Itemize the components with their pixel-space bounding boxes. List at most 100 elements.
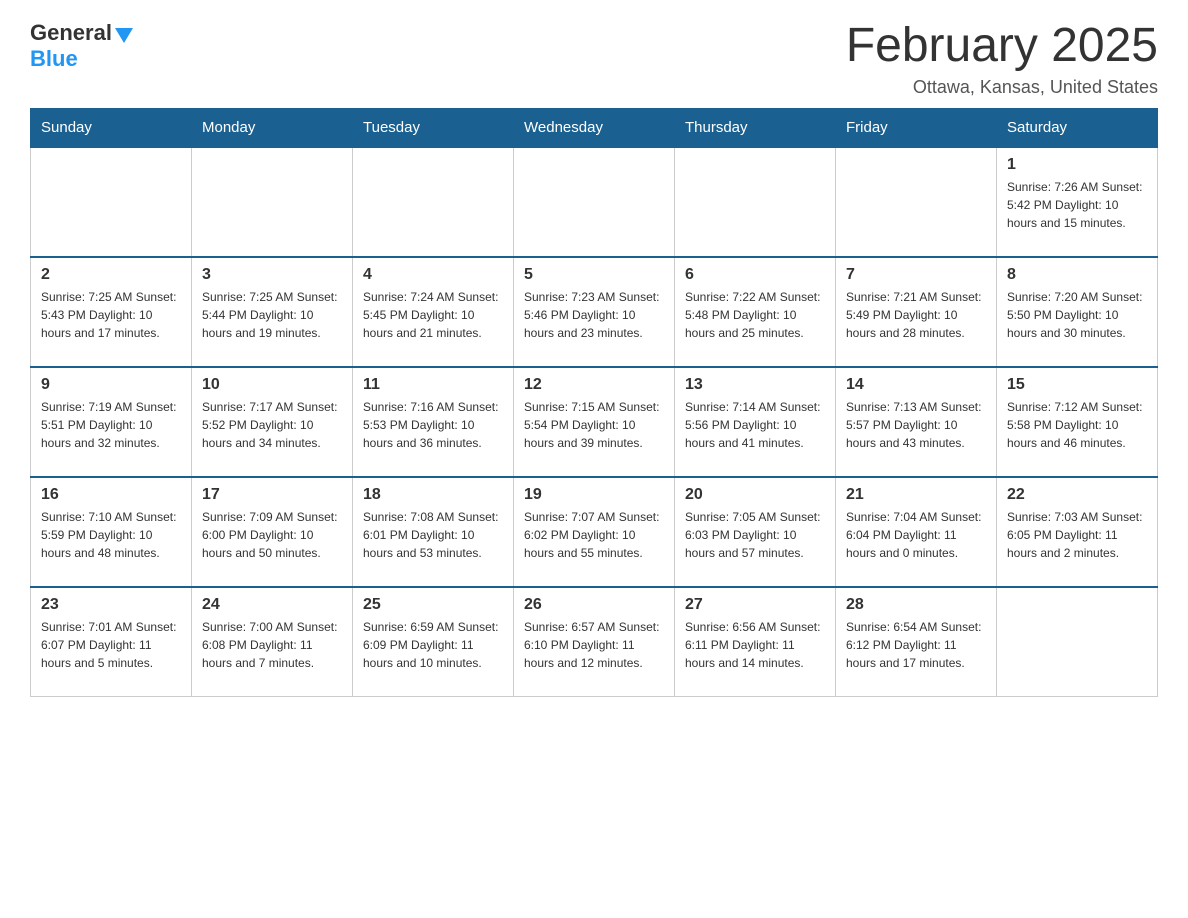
day-info: Sunrise: 7:10 AM Sunset: 5:59 PM Dayligh… [41,508,181,562]
day-number: 27 [685,596,825,614]
day-info: Sunrise: 7:22 AM Sunset: 5:48 PM Dayligh… [685,288,825,342]
calendar-cell [31,147,192,257]
calendar-cell: 21 Sunrise: 7:04 AM Sunset: 6:04 PM Dayli… [836,477,997,587]
calendar-cell: 13Sunrise: 7:14 AM Sunset: 5:56 PM Dayli… [675,367,836,477]
day-number: 15 [1007,376,1147,394]
calendar-cell [514,147,675,257]
day-number: 2 [41,266,181,284]
day-info: Sunrise: 7:25 AM Sunset: 5:43 PM Dayligh… [41,288,181,342]
calendar-cell: 3Sunrise: 7:25 AM Sunset: 5:44 PM Daylig… [192,257,353,367]
day-number: 19 [524,486,664,504]
calendar-cell: 8 Sunrise: 7:20 AM Sunset: 5:50 PM Daylig… [997,257,1158,367]
calendar-cell: 17 Sunrise: 7:09 AM Sunset: 6:00 PM Dayli… [192,477,353,587]
day-number: 25 [363,596,503,614]
calendar-cell: 9 Sunrise: 7:19 AM Sunset: 5:51 PM Daylig… [31,367,192,477]
day-number: 23 [41,596,181,614]
month-title: February 2025 [846,20,1158,73]
day-number: 16 [41,486,181,504]
day-info: Sunrise: 7:05 AM Sunset: 6:03 PM Dayligh… [685,508,825,562]
day-header-thursday: Thursday [675,108,836,147]
calendar-cell: 20 Sunrise: 7:05 AM Sunset: 6:03 PM Dayli… [675,477,836,587]
day-info: Sunrise: 7:13 AM Sunset: 5:57 PM Dayligh… [846,398,986,452]
location-text: Ottawa, Kansas, United States [846,77,1158,98]
calendar-cell [353,147,514,257]
calendar-cell: 23 Sunrise: 7:01 AM Sunset: 6:07 PM Dayli… [31,587,192,697]
calendar-cell: 1 Sunrise: 7:26 AM Sunset: 5:42 PM Daylig… [997,147,1158,257]
day-info: Sunrise: 7:00 AM Sunset: 6:08 PM Dayligh… [202,618,342,672]
day-header-monday: Monday [192,108,353,147]
day-number: 5 [524,266,664,284]
day-info: Sunrise: 7:16 AM Sunset: 5:53 PM Dayligh… [363,398,503,452]
day-number: 7 [846,266,986,284]
day-number: 17 [202,486,342,504]
calendar-cell: 15 Sunrise: 7:12 AM Sunset: 5:58 PM Dayli… [997,367,1158,477]
day-info: Sunrise: 7:23 AM Sunset: 5:46 PM Dayligh… [524,288,664,342]
day-info: Sunrise: 7:09 AM Sunset: 6:00 PM Dayligh… [202,508,342,562]
day-number: 8 [1007,266,1147,284]
week-row-3: 9 Sunrise: 7:19 AM Sunset: 5:51 PM Daylig… [31,367,1158,477]
day-info: Sunrise: 7:26 AM Sunset: 5:42 PM Dayligh… [1007,178,1147,232]
calendar-cell [997,587,1158,697]
day-info: Sunrise: 6:54 AM Sunset: 6:12 PM Dayligh… [846,618,986,672]
day-number: 28 [846,596,986,614]
day-info: Sunrise: 7:19 AM Sunset: 5:51 PM Dayligh… [41,398,181,452]
day-number: 6 [685,266,825,284]
day-number: 11 [363,376,503,394]
calendar-cell: 19 Sunrise: 7:07 AM Sunset: 6:02 PM Dayli… [514,477,675,587]
day-number: 14 [846,376,986,394]
day-info: Sunrise: 7:24 AM Sunset: 5:45 PM Dayligh… [363,288,503,342]
page-header: General Blue February 2025 Ottawa, Kansa… [30,20,1158,98]
calendar-cell: 5 Sunrise: 7:23 AM Sunset: 5:46 PM Daylig… [514,257,675,367]
day-number: 24 [202,596,342,614]
calendar-cell: 4 Sunrise: 7:24 AM Sunset: 5:45 PM Daylig… [353,257,514,367]
logo: General Blue [30,20,133,72]
calendar-cell: 28 Sunrise: 6:54 AM Sunset: 6:12 PM Dayli… [836,587,997,697]
title-block: February 2025 Ottawa, Kansas, United Sta… [846,20,1158,98]
day-info: Sunrise: 7:04 AM Sunset: 6:04 PM Dayligh… [846,508,986,562]
day-info: Sunrise: 7:08 AM Sunset: 6:01 PM Dayligh… [363,508,503,562]
calendar-header-row: SundayMondayTuesdayWednesdayThursdayFrid… [31,108,1158,147]
day-info: Sunrise: 6:57 AM Sunset: 6:10 PM Dayligh… [524,618,664,672]
day-number: 4 [363,266,503,284]
day-info: Sunrise: 7:14 AM Sunset: 5:56 PM Dayligh… [685,398,825,452]
day-info: Sunrise: 7:12 AM Sunset: 5:58 PM Dayligh… [1007,398,1147,452]
day-info: Sunrise: 7:07 AM Sunset: 6:02 PM Dayligh… [524,508,664,562]
calendar-cell: 25Sunrise: 6:59 AM Sunset: 6:09 PM Dayli… [353,587,514,697]
calendar-cell: 2 Sunrise: 7:25 AM Sunset: 5:43 PM Daylig… [31,257,192,367]
calendar-cell: 26 Sunrise: 6:57 AM Sunset: 6:10 PM Dayli… [514,587,675,697]
day-number: 1 [1007,156,1147,174]
day-header-saturday: Saturday [997,108,1158,147]
day-number: 22 [1007,486,1147,504]
calendar-cell: 16 Sunrise: 7:10 AM Sunset: 5:59 PM Dayli… [31,477,192,587]
day-number: 9 [41,376,181,394]
day-header-wednesday: Wednesday [514,108,675,147]
logo-blue-text: Blue [30,46,78,72]
calendar-cell: 14 Sunrise: 7:13 AM Sunset: 5:57 PM Dayli… [836,367,997,477]
day-number: 20 [685,486,825,504]
day-info: Sunrise: 7:20 AM Sunset: 5:50 PM Dayligh… [1007,288,1147,342]
day-number: 18 [363,486,503,504]
calendar-cell [192,147,353,257]
calendar-cell: 12 Sunrise: 7:15 AM Sunset: 5:54 PM Dayli… [514,367,675,477]
logo-general-text: General [30,20,112,46]
day-info: Sunrise: 7:25 AM Sunset: 5:44 PM Dayligh… [202,288,342,342]
day-header-sunday: Sunday [31,108,192,147]
calendar-cell: 7 Sunrise: 7:21 AM Sunset: 5:49 PM Daylig… [836,257,997,367]
day-info: Sunrise: 7:21 AM Sunset: 5:49 PM Dayligh… [846,288,986,342]
calendar-table: SundayMondayTuesdayWednesdayThursdayFrid… [30,108,1158,698]
day-number: 21 [846,486,986,504]
day-header-friday: Friday [836,108,997,147]
calendar-cell: 18 Sunrise: 7:08 AM Sunset: 6:01 PM Dayli… [353,477,514,587]
week-row-2: 2 Sunrise: 7:25 AM Sunset: 5:43 PM Daylig… [31,257,1158,367]
day-number: 12 [524,376,664,394]
calendar-cell: 11 Sunrise: 7:16 AM Sunset: 5:53 PM Dayli… [353,367,514,477]
day-number: 26 [524,596,664,614]
calendar-cell: 6 Sunrise: 7:22 AM Sunset: 5:48 PM Daylig… [675,257,836,367]
day-info: Sunrise: 7:01 AM Sunset: 6:07 PM Dayligh… [41,618,181,672]
calendar-cell: 22Sunrise: 7:03 AM Sunset: 6:05 PM Dayli… [997,477,1158,587]
day-info: Sunrise: 7:15 AM Sunset: 5:54 PM Dayligh… [524,398,664,452]
calendar-cell [836,147,997,257]
calendar-cell: 24 Sunrise: 7:00 AM Sunset: 6:08 PM Dayli… [192,587,353,697]
day-info: Sunrise: 6:56 AM Sunset: 6:11 PM Dayligh… [685,618,825,672]
week-row-4: 16 Sunrise: 7:10 AM Sunset: 5:59 PM Dayli… [31,477,1158,587]
